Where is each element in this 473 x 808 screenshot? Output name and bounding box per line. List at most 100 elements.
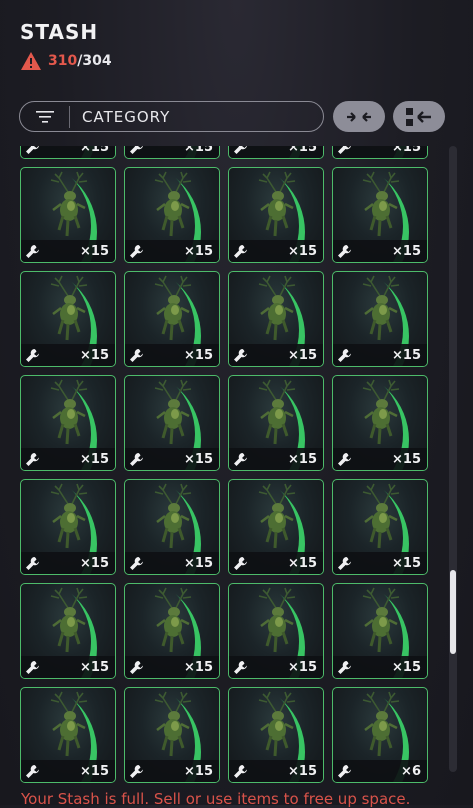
stash-item-tile[interactable]: ×15 (332, 146, 428, 159)
wrench-icon (234, 453, 247, 466)
deer-creature-icon (362, 275, 400, 341)
wrench-icon (26, 146, 39, 154)
stash-item-tile[interactable]: ×15 (228, 479, 324, 575)
item-quantity: ×15 (80, 244, 109, 259)
wrench-icon (130, 557, 143, 570)
item-quantity: ×15 (392, 452, 421, 467)
deer-creature-icon (154, 587, 192, 653)
deer-creature-icon (154, 171, 192, 237)
stash-item-tile[interactable]: ×15 (20, 271, 116, 367)
stash-item-tile[interactable]: ×15 (20, 146, 116, 159)
wrench-icon (234, 765, 247, 778)
item-quantity: ×15 (288, 660, 317, 675)
wrench-icon (26, 661, 39, 674)
item-quantity: ×6 (401, 764, 421, 779)
stash-item-tile[interactable]: ×15 (124, 167, 220, 263)
wrench-icon (26, 557, 39, 570)
capacity-indicator: 310 / 304 (20, 51, 112, 71)
stash-item-tile[interactable]: ×15 (228, 687, 324, 783)
stash-item-tile[interactable]: ×6 (332, 687, 428, 783)
sort-left-button[interactable] (393, 101, 445, 132)
stash-item-tile[interactable]: ×15 (124, 375, 220, 471)
stash-item-tile[interactable]: ×15 (228, 167, 324, 263)
scrollbar-thumb[interactable] (450, 570, 456, 654)
wrench-icon (26, 349, 39, 362)
stash-full-warning: Your Stash is full. Sell or use items to… (21, 790, 411, 808)
deer-creature-icon (362, 483, 400, 549)
deer-creature-icon (154, 379, 192, 445)
stash-item-tile[interactable]: ×15 (20, 479, 116, 575)
item-quantity: ×15 (288, 348, 317, 363)
item-quantity: ×15 (392, 660, 421, 675)
deer-creature-icon (50, 275, 88, 341)
deer-creature-icon (258, 379, 296, 445)
wrench-icon (338, 349, 351, 362)
item-quantity: ×15 (392, 556, 421, 571)
scrollbar-track[interactable] (449, 146, 457, 772)
wrench-icon (338, 146, 351, 154)
stash-item-tile[interactable]: ×15 (20, 687, 116, 783)
wrench-icon (338, 557, 351, 570)
deer-creature-icon (50, 171, 88, 237)
stash-item-tile[interactable]: ×15 (124, 583, 220, 679)
deer-creature-icon (258, 483, 296, 549)
deer-creature-icon (154, 691, 192, 757)
item-quantity: ×15 (80, 348, 109, 363)
wrench-icon (130, 453, 143, 466)
filter-label: CATEGORY (82, 107, 171, 126)
stash-item-tile[interactable]: ×15 (124, 146, 220, 159)
stash-grid: ×15 ×15 ×15 ×15 ×15 ×15 ×15 ×15 ×15 ×15 ×15 ×15 ×15 ×… (20, 146, 428, 783)
deer-creature-icon (258, 587, 296, 653)
item-quantity: ×15 (184, 244, 213, 259)
item-quantity: ×15 (288, 244, 317, 259)
stash-item-tile[interactable]: ×15 (20, 375, 116, 471)
item-quantity: ×15 (80, 452, 109, 467)
stash-item-tile[interactable]: ×15 (124, 687, 220, 783)
stash-item-tile[interactable]: ×15 (228, 375, 324, 471)
item-quantity: ×15 (288, 764, 317, 779)
item-quantity: ×15 (184, 146, 213, 155)
collapse-arrows-icon (347, 111, 371, 122)
stash-item-tile[interactable]: ×15 (228, 146, 324, 159)
category-filter-dropdown[interactable]: CATEGORY (19, 101, 324, 132)
stash-item-tile[interactable]: ×15 (20, 583, 116, 679)
item-quantity: ×15 (80, 556, 109, 571)
stash-item-tile[interactable]: ×15 (228, 583, 324, 679)
item-quantity: ×15 (288, 556, 317, 571)
item-quantity: ×15 (184, 764, 213, 779)
deer-creature-icon (154, 275, 192, 341)
item-quantity: ×15 (184, 660, 213, 675)
item-quantity: ×15 (184, 452, 213, 467)
item-quantity: ×15 (392, 244, 421, 259)
deer-creature-icon (362, 691, 400, 757)
wrench-icon (130, 245, 143, 258)
item-quantity: ×15 (288, 146, 317, 155)
wrench-icon (130, 661, 143, 674)
stash-item-tile[interactable]: ×15 (332, 479, 428, 575)
stash-item-tile[interactable]: ×15 (124, 271, 220, 367)
deer-creature-icon (362, 587, 400, 653)
stash-item-tile[interactable]: ×15 (20, 167, 116, 263)
deer-creature-icon (258, 275, 296, 341)
item-quantity: ×15 (184, 556, 213, 571)
wrench-icon (338, 765, 351, 778)
stash-grid-viewport[interactable]: ×15 ×15 ×15 ×15 ×15 ×15 ×15 ×15 ×15 ×15 ×15 ×15 ×15 ×… (0, 146, 473, 783)
item-quantity: ×15 (288, 452, 317, 467)
capacity-max: 304 (82, 53, 112, 69)
wrench-icon (234, 349, 247, 362)
item-quantity: ×15 (80, 764, 109, 779)
deer-creature-icon (50, 483, 88, 549)
stash-item-tile[interactable]: ×15 (124, 479, 220, 575)
page-title: STASH (20, 20, 99, 44)
stash-item-tile[interactable]: ×15 (228, 271, 324, 367)
collapse-button[interactable] (333, 101, 385, 132)
stash-item-tile[interactable]: ×15 (332, 375, 428, 471)
stash-item-tile[interactable]: ×15 (332, 271, 428, 367)
wrench-icon (130, 349, 143, 362)
stash-item-tile[interactable]: ×15 (332, 583, 428, 679)
wrench-icon (234, 557, 247, 570)
wrench-icon (338, 661, 351, 674)
deer-creature-icon (362, 379, 400, 445)
stash-item-tile[interactable]: ×15 (332, 167, 428, 263)
wrench-icon (26, 245, 39, 258)
